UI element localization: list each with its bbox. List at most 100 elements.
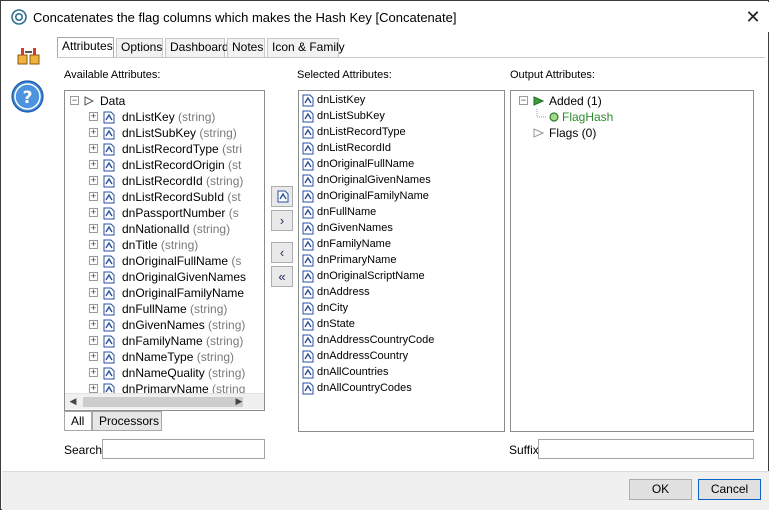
remove-all-attributes-button[interactable]: « <box>271 266 293 287</box>
attribute-text: dnFullName (string) <box>122 301 227 317</box>
add-attribute-button[interactable]: › <box>271 210 293 231</box>
tab-notes[interactable]: Notes <box>227 38 265 57</box>
app-logo-icon <box>11 9 27 25</box>
tab-all[interactable]: All <box>64 411 92 431</box>
attribute-icon <box>302 286 314 299</box>
expand-toggle-icon[interactable]: + <box>89 192 98 201</box>
attribute-name: dnListRecordId <box>122 174 203 188</box>
suffix-label: Suffix <box>509 443 539 457</box>
available-attributes-tree[interactable]: − Data + dnListKey (string) + dnListSubKey … <box>64 90 265 411</box>
expand-toggle-icon[interactable]: + <box>89 144 98 153</box>
attribute-text: dnPassportNumber (s <box>122 205 239 221</box>
expand-toggle-icon[interactable]: + <box>89 336 98 345</box>
data-root-icon <box>84 96 94 106</box>
close-icon[interactable]: ✕ <box>742 6 764 28</box>
horizontal-scrollbar[interactable]: ◀ ▶ <box>65 393 264 409</box>
attribute-type: (string) <box>157 238 199 252</box>
attribute-name: dnCity <box>317 302 349 314</box>
attribute-name: dnAllCountries <box>317 366 389 378</box>
scroll-thumb-horizontal[interactable] <box>83 397 243 407</box>
attribute-icon <box>103 335 115 348</box>
attribute-name: dnAddress <box>317 286 370 298</box>
attribute-name: dnListSubKey <box>122 126 197 140</box>
attribute-icon <box>103 143 115 156</box>
expand-toggle-icon[interactable]: + <box>89 112 98 121</box>
expand-toggle-icon[interactable]: + <box>89 288 98 297</box>
cancel-button[interactable]: Cancel <box>698 479 761 500</box>
tree-root-label: Data <box>100 94 126 108</box>
attribute-type: (string) <box>174 110 216 124</box>
attribute-name: dnOriginalFamilyName <box>122 286 245 300</box>
expand-toggle-icon[interactable]: + <box>89 256 98 265</box>
expand-toggle-icon[interactable]: + <box>89 224 98 233</box>
expand-toggle-icon[interactable]: + <box>89 384 98 393</box>
attribute-text: dnNationalId (string) <box>122 221 230 237</box>
attribute-name: dnFamilyName <box>317 238 391 250</box>
expand-toggle-icon[interactable]: + <box>89 304 98 313</box>
remove-attribute-button[interactable]: ‹ <box>271 242 293 263</box>
attribute-name: dnGivenNames <box>122 318 205 332</box>
attribute-text: dnGivenNames (string) <box>122 317 245 333</box>
selected-attributes-list[interactable]: dnListKey dnListSubKey dnListRecordType dnL… <box>298 90 505 432</box>
output-attributes-tree[interactable]: − Added (1) FlagHash Flags (0) <box>510 90 754 432</box>
attribute-icon <box>277 190 289 203</box>
attribute-icon <box>103 127 115 140</box>
attribute-icon <box>103 111 115 124</box>
attribute-text: dnListRecordId (string) <box>122 173 243 189</box>
tab-options[interactable]: Options <box>116 38 163 57</box>
scroll-left-arrow-icon[interactable]: ◀ <box>65 396 81 407</box>
attribute-icon <box>302 302 314 315</box>
expand-toggle-icon[interactable]: + <box>89 320 98 329</box>
attribute-text: dnListSubKey (string) <box>122 125 237 141</box>
attribute-icon <box>302 270 314 283</box>
tab-dashboard[interactable]: Dashboard <box>165 38 229 57</box>
attribute-name: dnListRecordId <box>317 142 391 154</box>
attribute-icon <box>302 174 314 187</box>
attribute-type: (string) <box>196 126 237 140</box>
attribute-text: dnOriginalGivenNames <box>122 269 246 285</box>
attribute-name: dnListRecordType <box>122 142 219 156</box>
attribute-name: dnAllCountryCodes <box>317 382 412 394</box>
expand-toggle-icon[interactable]: + <box>89 240 98 249</box>
attribute-name: dnFamilyName <box>122 334 203 348</box>
available-attributes-label: Available Attributes: <box>64 69 161 81</box>
expand-toggle-icon[interactable]: + <box>89 272 98 281</box>
flags-folder-icon <box>533 128 544 138</box>
tab-icon-family[interactable]: Icon & Family <box>267 38 345 57</box>
output-flags-label: Flags (0) <box>549 126 597 140</box>
attribute-text: dnNameQuality (string) <box>122 365 245 381</box>
suffix-input[interactable] <box>538 439 754 459</box>
collapse-toggle-icon[interactable]: − <box>70 96 79 105</box>
expand-toggle-icon[interactable]: + <box>89 352 98 361</box>
attribute-icon <box>302 382 314 395</box>
search-input[interactable] <box>102 439 265 459</box>
scroll-right-arrow-icon[interactable]: ▶ <box>231 396 247 407</box>
expand-toggle-icon[interactable]: + <box>89 208 98 217</box>
attribute-icon <box>103 255 115 268</box>
expand-toggle-icon[interactable]: + <box>89 176 98 185</box>
attribute-text: dnOriginalFullName (s <box>122 253 241 269</box>
tab-divider <box>57 57 765 58</box>
ok-button[interactable]: OK <box>629 479 692 500</box>
attribute-type: (s <box>228 254 242 268</box>
output-flaghash-label: FlagHash <box>562 110 614 124</box>
title-bar: Concatenates the flag columns which make… <box>2 2 769 32</box>
attribute-name: dnFullName <box>122 302 187 316</box>
added-folder-icon <box>533 96 544 106</box>
attribute-name: dnPrimaryName <box>317 254 397 266</box>
add-attribute-icon-button[interactable] <box>271 186 293 207</box>
expand-toggle-icon[interactable]: + <box>89 160 98 169</box>
collapse-toggle-icon[interactable]: − <box>519 96 528 105</box>
help-icon[interactable]: ? <box>11 80 44 113</box>
attribute-name: dnListKey <box>317 94 366 106</box>
attribute-name: dnListKey <box>122 110 175 124</box>
attribute-text: dnTitle (string) <box>122 237 198 253</box>
attribute-name: dnListRecordOrigin <box>122 158 225 172</box>
expand-toggle-icon[interactable]: + <box>89 128 98 137</box>
tab-processors[interactable]: Processors <box>92 411 162 431</box>
expand-toggle-icon[interactable]: + <box>89 368 98 377</box>
tab-attributes[interactable]: Attributes <box>57 37 114 57</box>
attribute-text: dnListRecordType (stri <box>122 141 242 157</box>
attribute-name: dnListRecordType <box>317 126 406 138</box>
attribute-type: (string) <box>204 366 246 380</box>
